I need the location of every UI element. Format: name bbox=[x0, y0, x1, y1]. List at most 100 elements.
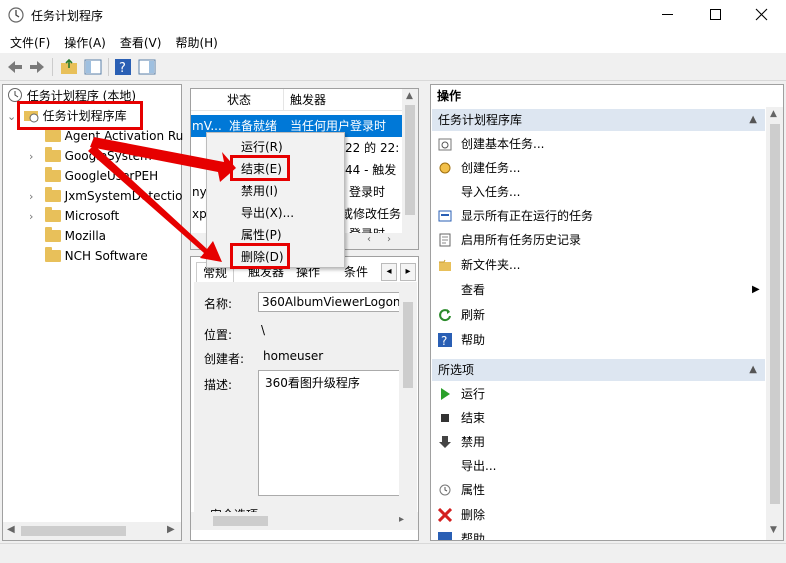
action-label: 导出... bbox=[461, 459, 497, 473]
section-title: 所选项 bbox=[438, 363, 475, 377]
tree-item[interactable]: NCH Software bbox=[29, 246, 148, 266]
action-disable[interactable]: 禁用 bbox=[432, 430, 765, 454]
description-field[interactable]: 360看图升级程序 bbox=[258, 370, 400, 496]
scroll-thumb[interactable] bbox=[403, 302, 413, 388]
action-export[interactable]: 导出... bbox=[432, 454, 765, 478]
maximize-button[interactable] bbox=[710, 9, 721, 20]
section-header-library[interactable]: 任务计划程序库 ▲ bbox=[432, 109, 765, 131]
tree-item[interactable]: › JxmSystemDetectio bbox=[29, 186, 182, 206]
tab-scroll-right-button[interactable]: ▸ bbox=[400, 263, 416, 281]
task-trigger: /22 的 22: bbox=[341, 141, 400, 155]
show-hide-tree-icon[interactable] bbox=[84, 58, 102, 76]
folder-icon bbox=[44, 127, 61, 142]
tree-item-label: Microsoft bbox=[64, 209, 120, 223]
tree-item[interactable]: Mozilla bbox=[29, 226, 106, 246]
author-value: homeuser bbox=[263, 349, 324, 363]
folder-icon bbox=[44, 227, 61, 242]
running-tasks-icon bbox=[438, 210, 452, 222]
actions-vscrollbar[interactable]: ▲ ▼ bbox=[766, 107, 783, 540]
author-label: 创建者: bbox=[204, 352, 245, 366]
scroll-right-icon[interactable]: ▸ bbox=[399, 514, 404, 525]
tree-item[interactable]: › Microsoft bbox=[29, 206, 119, 226]
scroll-up-icon[interactable]: ▲ bbox=[406, 91, 413, 101]
menu-item-disable[interactable]: 禁用(I) bbox=[207, 180, 344, 202]
title-bar: 任务计划程序 bbox=[0, 0, 786, 31]
detail-hscrollbar[interactable]: ▸ bbox=[191, 512, 418, 530]
action-create-basic-task[interactable]: 创建基本任务... bbox=[432, 132, 765, 156]
tree-item-label: Agent Activation Ru bbox=[64, 129, 184, 143]
action-view[interactable]: 查看 ▶ bbox=[432, 278, 765, 302]
action-label: 新文件夹... bbox=[461, 258, 521, 272]
tree-hscrollbar[interactable]: ◀ ▶ bbox=[3, 522, 181, 540]
scroll-thumb[interactable] bbox=[213, 516, 268, 526]
scroll-left-icon[interactable]: ◀ bbox=[7, 524, 15, 535]
action-create-task[interactable]: 创建任务... bbox=[432, 156, 765, 180]
menu-item-export[interactable]: 导出(X)... bbox=[207, 202, 344, 224]
chevron-right-icon[interactable]: › bbox=[29, 187, 41, 207]
section-header-selected[interactable]: 所选项 ▲ bbox=[432, 359, 765, 381]
scroll-right-icon[interactable]: › bbox=[387, 234, 391, 245]
scroll-up-icon[interactable]: ▲ bbox=[770, 109, 777, 119]
menu-help[interactable]: 帮助(H) bbox=[168, 31, 224, 51]
location-value: \ bbox=[261, 323, 266, 337]
menu-view[interactable]: 查看(V) bbox=[113, 31, 169, 51]
folder-up-icon[interactable] bbox=[60, 58, 78, 76]
close-button[interactable] bbox=[755, 8, 768, 21]
folder-icon bbox=[44, 147, 61, 162]
folder-icon bbox=[44, 247, 61, 262]
scroll-thumb[interactable] bbox=[405, 105, 415, 215]
stop-icon bbox=[441, 414, 449, 422]
scroll-down-icon[interactable]: ▼ bbox=[770, 525, 777, 535]
action-end[interactable]: 结束 bbox=[432, 406, 765, 430]
location-label: 位置: bbox=[204, 328, 233, 342]
scroll-right-icon[interactable]: ▶ bbox=[167, 524, 175, 535]
section-title: 任务计划程序库 bbox=[438, 113, 523, 127]
task-list-header: 状态 触发器 bbox=[191, 89, 418, 111]
action-delete[interactable]: 删除 bbox=[432, 503, 765, 527]
new-folder-icon bbox=[439, 259, 451, 271]
folder-icon bbox=[44, 167, 61, 182]
gear-clock-icon bbox=[439, 162, 451, 174]
column-trigger[interactable]: 触发器 bbox=[284, 89, 404, 111]
properties-clock-icon bbox=[439, 484, 451, 496]
action-import-task[interactable]: 导入任务... bbox=[432, 180, 765, 204]
action-show-running[interactable]: 显示所有正在运行的任务 bbox=[432, 204, 765, 228]
action-label: 导入任务... bbox=[461, 185, 521, 199]
action-refresh[interactable]: 刷新 bbox=[432, 303, 765, 327]
actions-title: 操作 bbox=[431, 85, 783, 107]
action-label: 属性 bbox=[461, 483, 486, 497]
chevron-right-icon[interactable]: › bbox=[29, 147, 41, 167]
menu-file[interactable]: 文件(F) bbox=[0, 31, 57, 51]
action-run[interactable]: 运行 bbox=[432, 382, 765, 406]
collapse-icon[interactable]: ▲ bbox=[749, 359, 757, 381]
scroll-thumb[interactable] bbox=[770, 124, 780, 504]
description-label: 描述: bbox=[204, 378, 233, 392]
help-icon[interactable]: ? bbox=[114, 58, 132, 76]
scroll-thumb[interactable] bbox=[21, 526, 126, 536]
action-properties[interactable]: 属性 bbox=[432, 478, 765, 502]
detail-vscrollbar[interactable] bbox=[399, 282, 417, 514]
back-arrow-icon[interactable] bbox=[6, 58, 24, 76]
name-field[interactable]: 360AlbumViewerLogonU bbox=[258, 292, 400, 312]
tree-item-label: JxmSystemDetectio bbox=[64, 189, 183, 203]
tree-item[interactable]: › GoogleSystem bbox=[29, 146, 152, 166]
action-enable-history[interactable]: 启用所有任务历史记录 bbox=[432, 228, 765, 252]
help-icon bbox=[438, 532, 452, 540]
task-list-vscrollbar[interactable]: ▲ bbox=[402, 89, 418, 233]
action-help[interactable]: ? 帮助 bbox=[432, 328, 765, 352]
minimize-button[interactable] bbox=[662, 14, 673, 15]
action-label: 创建任务... bbox=[461, 161, 521, 175]
tree-item[interactable]: GoogleUserPEH bbox=[29, 166, 158, 186]
action-new-folder[interactable]: 新文件夹... bbox=[432, 253, 765, 277]
task-trigger: 或修改任务 bbox=[341, 207, 402, 221]
svg-text:?: ? bbox=[119, 61, 126, 76]
show-hide-action-pane-icon[interactable] bbox=[138, 58, 156, 76]
action-help-selected[interactable]: 帮助 bbox=[432, 527, 765, 540]
forward-arrow-icon[interactable] bbox=[28, 58, 46, 76]
menu-action[interactable]: 操作(A) bbox=[57, 31, 113, 51]
collapse-icon[interactable]: ▲ bbox=[749, 109, 757, 131]
scroll-left-icon[interactable]: ‹ bbox=[367, 234, 371, 245]
column-status[interactable]: 状态 bbox=[221, 89, 284, 111]
chevron-right-icon[interactable]: › bbox=[29, 207, 41, 227]
tab-scroll-left-button[interactable]: ◂ bbox=[381, 263, 397, 281]
